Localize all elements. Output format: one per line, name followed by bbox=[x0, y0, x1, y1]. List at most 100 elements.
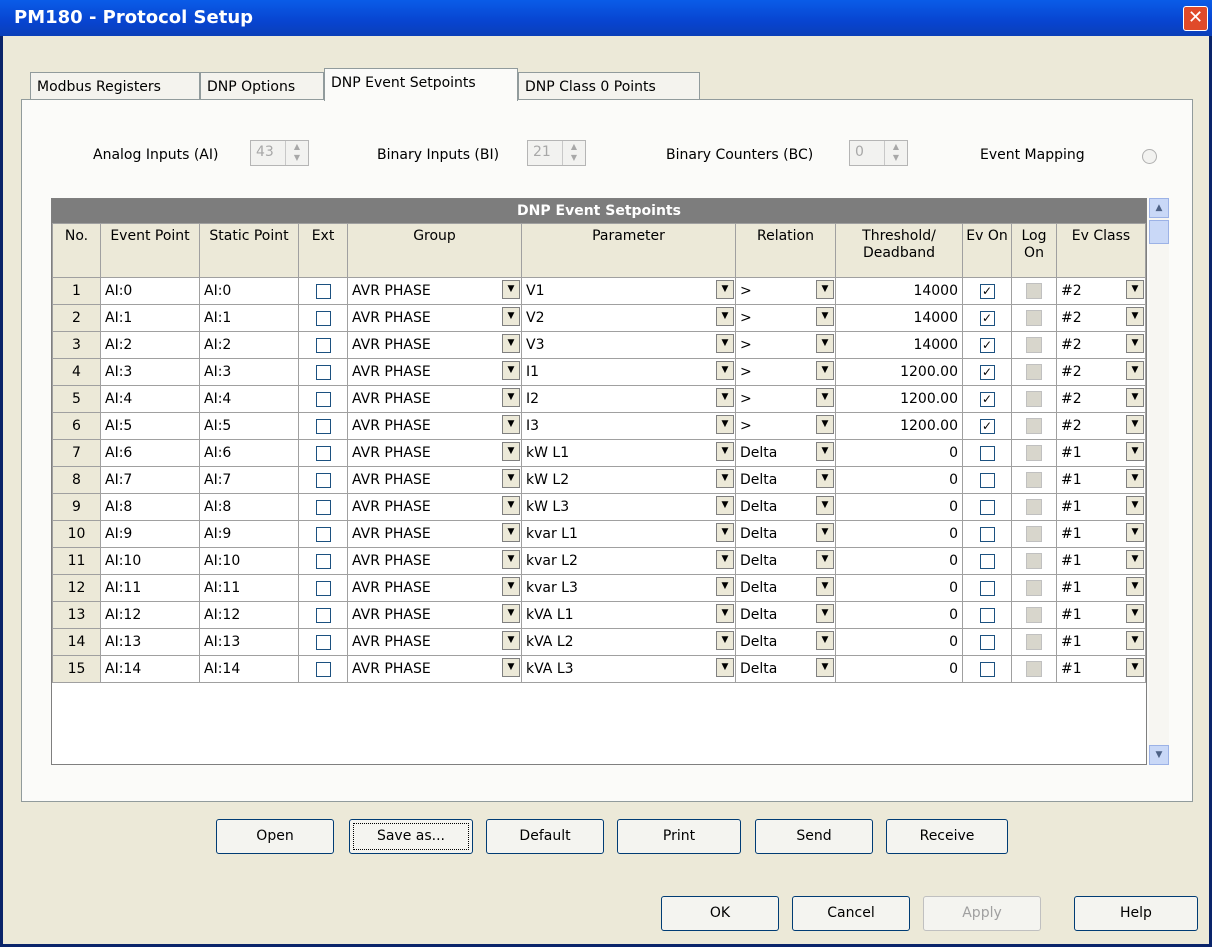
table-row[interactable]: 14 AI:13 AI:13 AVR PHASE ▼ kVA L2 ▼ Delta ▼ 0 #1 ▼ bbox=[52, 628, 1146, 656]
table-row[interactable]: 10 AI:9 AI:9 AVR PHASE ▼ kvar L1 ▼ Delta ▼ 0 #1 ▼ bbox=[52, 520, 1146, 548]
dropdown-arrow-icon[interactable]: ▼ bbox=[716, 577, 734, 596]
ev-class-dropdown[interactable]: #1 ▼ bbox=[1056, 466, 1146, 494]
parameter-dropdown[interactable]: kW L3 ▼ bbox=[521, 493, 736, 521]
parameter-dropdown[interactable]: V3 ▼ bbox=[521, 331, 736, 359]
ev-on-checkbox[interactable]: ✓ bbox=[979, 337, 995, 353]
dropdown-arrow-icon[interactable]: ▼ bbox=[716, 388, 734, 407]
relation-dropdown[interactable]: Delta ▼ bbox=[735, 466, 836, 494]
event-point-cell[interactable]: AI:0 bbox=[100, 277, 200, 305]
dropdown-arrow-icon[interactable]: ▼ bbox=[1126, 550, 1144, 569]
ok-button[interactable]: OK bbox=[661, 896, 779, 931]
parameter-dropdown[interactable]: kVA L1 ▼ bbox=[521, 601, 736, 629]
parameter-dropdown[interactable]: kvar L2 ▼ bbox=[521, 547, 736, 575]
ev-class-dropdown[interactable]: #2 ▼ bbox=[1056, 304, 1146, 332]
ev-on-checkbox[interactable]: ✓ bbox=[979, 364, 995, 380]
group-dropdown[interactable]: AVR PHASE ▼ bbox=[347, 358, 522, 386]
analog-inputs-spinner[interactable]: 43 ▲ ▼ bbox=[250, 140, 309, 166]
dropdown-arrow-icon[interactable]: ▼ bbox=[1126, 496, 1144, 515]
tab-modbus-registers[interactable]: Modbus Registers bbox=[30, 72, 200, 100]
dropdown-arrow-icon[interactable]: ▼ bbox=[816, 604, 834, 623]
threshold-cell[interactable]: 0 bbox=[835, 466, 963, 494]
group-dropdown[interactable]: AVR PHASE ▼ bbox=[347, 493, 522, 521]
help-button[interactable]: Help bbox=[1074, 896, 1198, 931]
threshold-cell[interactable]: 0 bbox=[835, 601, 963, 629]
dropdown-arrow-icon[interactable]: ▼ bbox=[502, 442, 520, 461]
ev-class-dropdown[interactable]: #2 ▼ bbox=[1056, 412, 1146, 440]
group-dropdown[interactable]: AVR PHASE ▼ bbox=[347, 520, 522, 548]
relation-dropdown[interactable]: > ▼ bbox=[735, 358, 836, 386]
event-point-cell[interactable]: AI:3 bbox=[100, 358, 200, 386]
group-dropdown[interactable]: AVR PHASE ▼ bbox=[347, 547, 522, 575]
table-row[interactable]: 5 AI:4 AI:4 AVR PHASE ▼ I2 ▼ > ▼ 1200.00 ✓ #2 ▼ bbox=[52, 385, 1146, 413]
dropdown-arrow-icon[interactable]: ▼ bbox=[816, 550, 834, 569]
table-row[interactable]: 12 AI:11 AI:11 AVR PHASE ▼ kvar L3 ▼ Delta ▼ 0 #1 ▼ bbox=[52, 574, 1146, 602]
parameter-dropdown[interactable]: I3 ▼ bbox=[521, 412, 736, 440]
relation-dropdown[interactable]: > ▼ bbox=[735, 412, 836, 440]
ext-checkbox[interactable] bbox=[315, 337, 331, 353]
threshold-cell[interactable]: 0 bbox=[835, 628, 963, 656]
static-point-cell[interactable]: AI:5 bbox=[199, 412, 299, 440]
table-row[interactable]: 6 AI:5 AI:5 AVR PHASE ▼ I3 ▼ > ▼ 1200.00 ✓ #2 ▼ bbox=[52, 412, 1146, 440]
ext-checkbox[interactable] bbox=[315, 445, 331, 461]
dropdown-arrow-icon[interactable]: ▼ bbox=[716, 307, 734, 326]
scroll-thumb[interactable] bbox=[1149, 220, 1169, 244]
spin-arrows-icon[interactable]: ▲ ▼ bbox=[285, 141, 308, 165]
close-icon[interactable]: ✕ bbox=[1183, 6, 1208, 31]
static-point-cell[interactable]: AI:8 bbox=[199, 493, 299, 521]
dropdown-arrow-icon[interactable]: ▼ bbox=[1126, 631, 1144, 650]
static-point-cell[interactable]: AI:7 bbox=[199, 466, 299, 494]
relation-dropdown[interactable]: > ▼ bbox=[735, 331, 836, 359]
relation-dropdown[interactable]: > ▼ bbox=[735, 304, 836, 332]
cancel-button[interactable]: Cancel bbox=[792, 896, 910, 931]
relation-dropdown[interactable]: Delta ▼ bbox=[735, 655, 836, 683]
dropdown-arrow-icon[interactable]: ▼ bbox=[716, 334, 734, 353]
event-point-cell[interactable]: AI:11 bbox=[100, 574, 200, 602]
threshold-cell[interactable]: 0 bbox=[835, 547, 963, 575]
col-header-group[interactable]: Group bbox=[347, 223, 522, 278]
title-bar[interactable]: PM180 - Protocol Setup ✕ bbox=[0, 0, 1212, 36]
dropdown-arrow-icon[interactable]: ▼ bbox=[716, 361, 734, 380]
group-dropdown[interactable]: AVR PHASE ▼ bbox=[347, 331, 522, 359]
binary-counters-spinner[interactable]: 0 ▲ ▼ bbox=[849, 140, 908, 166]
group-dropdown[interactable]: AVR PHASE ▼ bbox=[347, 277, 522, 305]
ev-on-checkbox[interactable] bbox=[979, 661, 995, 677]
ev-class-dropdown[interactable]: #1 ▼ bbox=[1056, 628, 1146, 656]
dropdown-arrow-icon[interactable]: ▼ bbox=[816, 658, 834, 677]
dropdown-arrow-icon[interactable]: ▼ bbox=[502, 469, 520, 488]
event-point-cell[interactable]: AI:8 bbox=[100, 493, 200, 521]
print-button[interactable]: Print bbox=[617, 819, 741, 854]
event-point-cell[interactable]: AI:14 bbox=[100, 655, 200, 683]
static-point-cell[interactable]: AI:6 bbox=[199, 439, 299, 467]
col-header-relation[interactable]: Relation bbox=[735, 223, 836, 278]
ev-class-dropdown[interactable]: #1 ▼ bbox=[1056, 547, 1146, 575]
ev-on-checkbox[interactable] bbox=[979, 580, 995, 596]
col-header-event-point[interactable]: Event Point bbox=[100, 223, 200, 278]
relation-dropdown[interactable]: Delta ▼ bbox=[735, 601, 836, 629]
event-point-cell[interactable]: AI:13 bbox=[100, 628, 200, 656]
table-row[interactable]: 13 AI:12 AI:12 AVR PHASE ▼ kVA L1 ▼ Delta ▼ 0 #1 ▼ bbox=[52, 601, 1146, 629]
parameter-dropdown[interactable]: V1 ▼ bbox=[521, 277, 736, 305]
event-point-cell[interactable]: AI:9 bbox=[100, 520, 200, 548]
col-header-parameter[interactable]: Parameter bbox=[521, 223, 736, 278]
parameter-dropdown[interactable]: kvar L1 ▼ bbox=[521, 520, 736, 548]
relation-dropdown[interactable]: Delta ▼ bbox=[735, 547, 836, 575]
ev-class-dropdown[interactable]: #1 ▼ bbox=[1056, 520, 1146, 548]
spin-arrows-icon[interactable]: ▲ ▼ bbox=[884, 141, 907, 165]
dropdown-arrow-icon[interactable]: ▼ bbox=[502, 577, 520, 596]
dropdown-arrow-icon[interactable]: ▼ bbox=[502, 361, 520, 380]
static-point-cell[interactable]: AI:12 bbox=[199, 601, 299, 629]
threshold-cell[interactable]: 14000 bbox=[835, 331, 963, 359]
static-point-cell[interactable]: AI:2 bbox=[199, 331, 299, 359]
static-point-cell[interactable]: AI:4 bbox=[199, 385, 299, 413]
dropdown-arrow-icon[interactable]: ▼ bbox=[1126, 604, 1144, 623]
ev-on-checkbox[interactable] bbox=[979, 553, 995, 569]
ev-on-checkbox[interactable]: ✓ bbox=[979, 391, 995, 407]
ext-checkbox[interactable] bbox=[315, 499, 331, 515]
ev-on-checkbox[interactable] bbox=[979, 445, 995, 461]
table-row[interactable]: 7 AI:6 AI:6 AVR PHASE ▼ kW L1 ▼ Delta ▼ 0 #1 ▼ bbox=[52, 439, 1146, 467]
group-dropdown[interactable]: AVR PHASE ▼ bbox=[347, 412, 522, 440]
threshold-cell[interactable]: 1200.00 bbox=[835, 385, 963, 413]
table-row[interactable]: 4 AI:3 AI:3 AVR PHASE ▼ I1 ▼ > ▼ 1200.00 ✓ #2 ▼ bbox=[52, 358, 1146, 386]
table-row[interactable]: 11 AI:10 AI:10 AVR PHASE ▼ kvar L2 ▼ Delta ▼ 0 #1 ▼ bbox=[52, 547, 1146, 575]
spin-arrows-icon[interactable]: ▲ ▼ bbox=[562, 141, 585, 165]
